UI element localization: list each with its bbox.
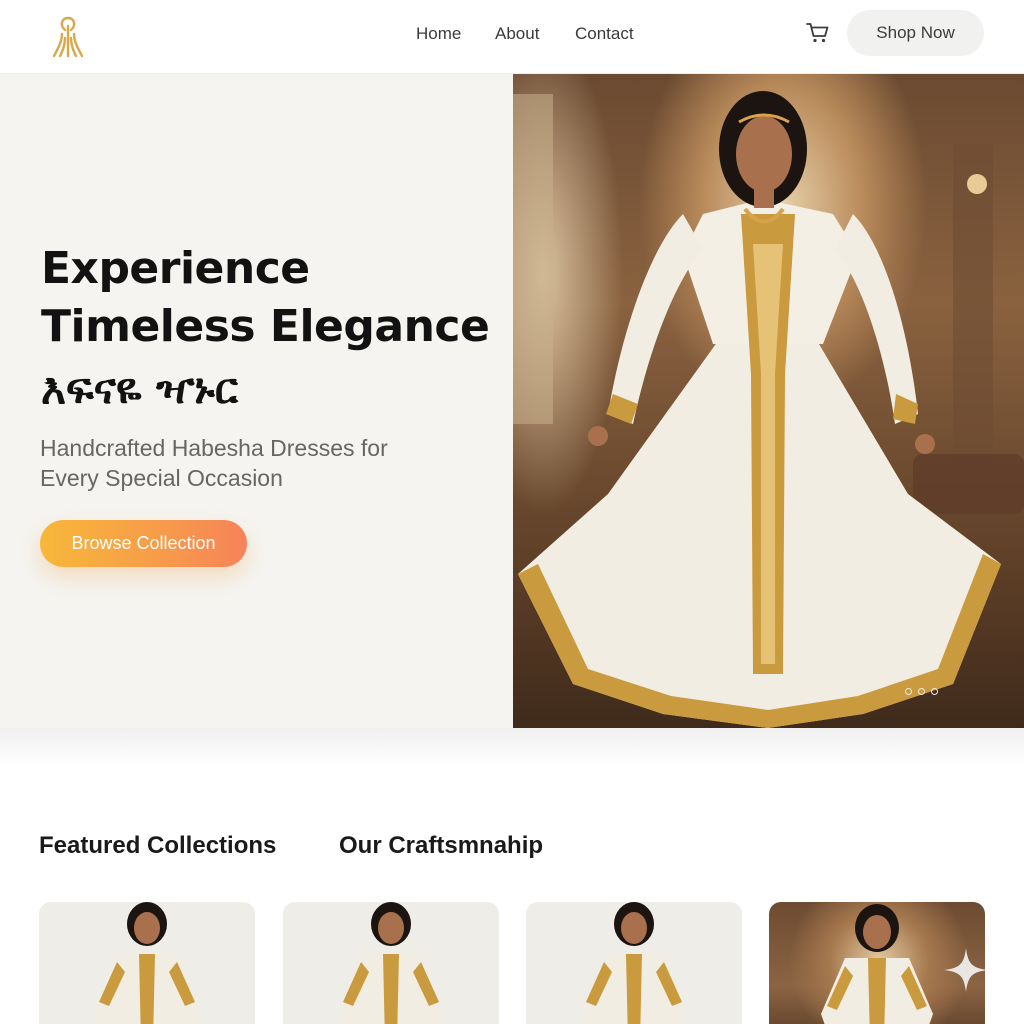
- carousel-dot[interactable]: [931, 688, 938, 695]
- hero-subtitle-line-1: Handcrafted Habesha Dresses for: [40, 435, 388, 461]
- sparkle-icon: [944, 948, 988, 992]
- cart-icon[interactable]: [806, 22, 830, 44]
- carousel-dot[interactable]: [905, 688, 912, 695]
- nav-link-contact[interactable]: Contact: [575, 22, 634, 46]
- hero-subtitle-line-2: Every Special Occasion: [40, 465, 283, 491]
- craftsmanship-heading: Our Craftsmnahip: [339, 832, 544, 859]
- collection-card[interactable]: [526, 902, 742, 1024]
- carousel-dot[interactable]: [918, 688, 925, 695]
- hero-title-line-1: Experience: [41, 243, 310, 294]
- hero-subtitle: Handcrafted Habesha Dresses for Every Sp…: [40, 433, 460, 493]
- hero-amharic-title: እፍናዬ ዣኑር: [41, 364, 239, 413]
- featured-collections-heading: Featured Collections: [39, 832, 277, 859]
- carousel-dots: [905, 688, 938, 695]
- hero-image: [513, 74, 1024, 728]
- hero-title: Experience Timeless Elegance: [41, 240, 501, 356]
- browse-collection-button[interactable]: Browse Collection: [40, 520, 247, 567]
- collection-card[interactable]: [39, 902, 255, 1024]
- nav-link-about[interactable]: About: [495, 22, 539, 46]
- nav-link-home[interactable]: Home: [416, 22, 461, 46]
- golden-tree-logo-icon[interactable]: [48, 12, 88, 60]
- hero-bottom-shadow: [0, 728, 1024, 768]
- collection-card[interactable]: [283, 902, 499, 1024]
- hero-title-line-2: Timeless Elegance: [41, 301, 490, 352]
- shop-now-button[interactable]: Shop Now: [847, 10, 984, 56]
- top-navbar: Home About Contact Shop Now: [0, 0, 1024, 74]
